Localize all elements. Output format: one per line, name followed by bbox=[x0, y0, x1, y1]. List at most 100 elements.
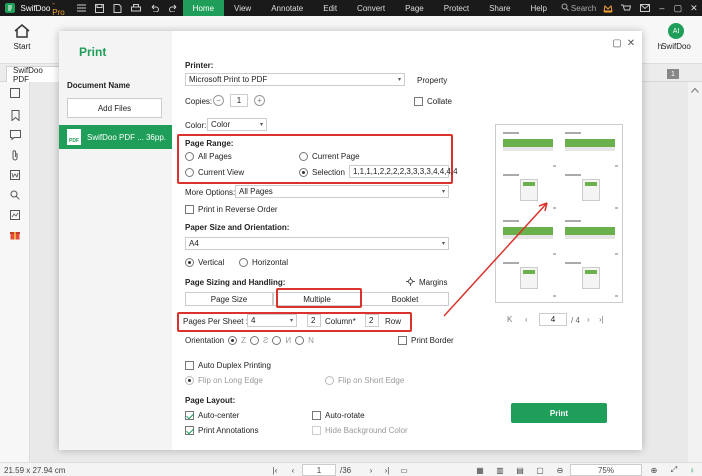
color-select[interactable]: Color ▾ bbox=[207, 118, 267, 131]
comment-icon[interactable] bbox=[8, 128, 22, 142]
bookmark-icon[interactable] bbox=[8, 108, 22, 122]
flip-short-radio[interactable] bbox=[325, 376, 334, 385]
orientation-n-radio[interactable] bbox=[272, 336, 282, 345]
word-icon[interactable] bbox=[8, 168, 22, 182]
menu-help[interactable]: Help bbox=[520, 0, 556, 16]
search-input[interactable]: Search bbox=[561, 3, 598, 14]
fit-page-icon[interactable]: ▭ bbox=[398, 464, 410, 476]
rows-input[interactable]: 2 bbox=[365, 314, 379, 327]
zoom-in-icon[interactable]: ⊕ bbox=[648, 464, 660, 476]
selection-option[interactable]: Selection bbox=[299, 168, 345, 177]
current-page-option[interactable]: Current Page bbox=[299, 152, 360, 161]
dialog-close-icon[interactable]: ✕ bbox=[625, 37, 637, 49]
vertical-option[interactable]: Vertical bbox=[185, 258, 224, 267]
print-annotations-option[interactable]: Print Annotations bbox=[185, 426, 258, 435]
feedback-icon[interactable]: ♀ bbox=[686, 464, 698, 476]
pages-per-sheet-select[interactable]: 4 ▾ bbox=[247, 314, 297, 327]
print-border-option[interactable]: Print Border bbox=[398, 336, 454, 345]
search-panel-icon[interactable] bbox=[8, 188, 22, 202]
orientation-z-radio[interactable] bbox=[228, 336, 238, 345]
hide-background-option[interactable]: Hide Background Color bbox=[312, 426, 408, 435]
preview-prev-icon[interactable]: ‹ bbox=[525, 315, 528, 324]
menu-page[interactable]: Page bbox=[395, 0, 434, 16]
increase-copies-icon[interactable]: + bbox=[254, 95, 265, 106]
close-icon[interactable]: ✕ bbox=[686, 0, 702, 16]
duplex-option[interactable]: Auto Duplex Printing bbox=[185, 361, 271, 370]
selection-input[interactable]: 1,1,1,1,2,2,2,2,3,3,3,3,4,4,4,4 bbox=[349, 165, 458, 178]
collate-checkbox[interactable] bbox=[414, 97, 423, 106]
prev-page-icon[interactable]: ‹ bbox=[288, 464, 298, 476]
auto-center-checkbox[interactable] bbox=[185, 411, 194, 420]
thumbnail-icon[interactable] bbox=[8, 86, 22, 100]
save-icon[interactable] bbox=[93, 2, 105, 14]
menu-share[interactable]: Share bbox=[479, 0, 520, 16]
horizontal-option[interactable]: Horizontal bbox=[239, 258, 288, 267]
fullscreen-icon[interactable]: ⤢ bbox=[668, 464, 680, 476]
vertical-radio[interactable] bbox=[185, 258, 194, 267]
tab-page-size[interactable]: Page Size bbox=[185, 292, 273, 306]
print-button[interactable]: Print bbox=[511, 403, 607, 423]
first-page-icon[interactable]: |‹ bbox=[270, 464, 280, 476]
upgrade-icon[interactable] bbox=[601, 2, 613, 14]
menu-home[interactable]: Home bbox=[182, 0, 225, 16]
preview-first-icon[interactable]: K bbox=[507, 315, 512, 324]
attachment-icon[interactable] bbox=[8, 148, 22, 162]
zoom-out-icon[interactable]: ⊖ bbox=[554, 464, 566, 476]
property-link[interactable]: Property bbox=[417, 76, 447, 85]
reverse-order-checkbox[interactable] bbox=[185, 205, 194, 214]
document-list-item[interactable]: PDF SwifDoo PDF ... 36pp. bbox=[59, 125, 172, 149]
print-annotations-checkbox[interactable] bbox=[185, 426, 194, 435]
current-page-input[interactable]: 1 bbox=[302, 464, 336, 476]
horizontal-radio[interactable] bbox=[239, 258, 248, 267]
dialog-maximize-icon[interactable]: ▢ bbox=[611, 37, 623, 49]
current-view-option[interactable]: Current View bbox=[185, 168, 244, 177]
paper-size-select[interactable]: A4 ▾ bbox=[185, 237, 449, 250]
menu-convert[interactable]: Convert bbox=[347, 0, 395, 16]
account-button[interactable]: AI SwifDoo bbox=[658, 20, 694, 60]
columns-input[interactable]: 2 bbox=[307, 314, 321, 327]
print-icon[interactable] bbox=[130, 2, 142, 14]
maximize-icon[interactable]: ▢ bbox=[670, 0, 686, 16]
fit-width-icon[interactable]: ▢ bbox=[534, 464, 546, 476]
preview-page-input[interactable]: 4 bbox=[539, 313, 567, 326]
tab-booklet[interactable]: Booklet bbox=[361, 292, 449, 306]
duplex-checkbox[interactable] bbox=[185, 361, 194, 370]
flip-short-option[interactable]: Flip on Short Edge bbox=[325, 376, 404, 385]
menu-protect[interactable]: Protect bbox=[434, 0, 479, 16]
start-button[interactable]: Start bbox=[4, 20, 40, 60]
new-file-icon[interactable] bbox=[112, 2, 124, 14]
mail-icon[interactable] bbox=[638, 2, 650, 14]
flip-long-radio[interactable] bbox=[185, 376, 194, 385]
flip-long-option[interactable]: Flip on Long Edge bbox=[185, 376, 263, 385]
auto-rotate-option[interactable]: Auto-rotate bbox=[312, 411, 365, 420]
cart-icon[interactable] bbox=[620, 2, 632, 14]
undo-icon[interactable] bbox=[149, 2, 161, 14]
current-view-radio[interactable] bbox=[185, 168, 194, 177]
scroll-mode-icon[interactable]: ▤ bbox=[514, 464, 526, 476]
selection-radio[interactable] bbox=[299, 168, 308, 177]
double-page-icon[interactable]: ▥ bbox=[494, 464, 506, 476]
redo-icon[interactable] bbox=[167, 2, 179, 14]
current-page-radio[interactable] bbox=[299, 152, 308, 161]
orientation-reverse-z-radio[interactable] bbox=[250, 336, 260, 345]
hide-background-checkbox[interactable] bbox=[312, 426, 321, 435]
add-files-button[interactable]: Add Files bbox=[67, 98, 162, 118]
zoom-select[interactable]: 75% bbox=[570, 464, 642, 476]
document-tab[interactable]: SwifDoo PDF bbox=[6, 66, 60, 84]
preview-next-icon[interactable]: › bbox=[587, 315, 590, 324]
decrease-copies-icon[interactable]: − bbox=[213, 95, 224, 106]
auto-rotate-checkbox[interactable] bbox=[312, 411, 321, 420]
preview-last-icon[interactable]: ›| bbox=[599, 315, 604, 324]
orientation-reverse-n-radio[interactable] bbox=[295, 336, 305, 345]
print-border-checkbox[interactable] bbox=[398, 336, 407, 345]
next-page-icon[interactable]: › bbox=[366, 464, 376, 476]
printer-select[interactable]: Microsoft Print to PDF ▾ bbox=[185, 73, 405, 86]
more-options-select[interactable]: All Pages ▾ bbox=[235, 185, 449, 198]
last-page-icon[interactable]: ›| bbox=[382, 464, 392, 476]
single-page-icon[interactable]: ▦ bbox=[474, 464, 486, 476]
reverse-order-option[interactable]: Print in Reverse Order bbox=[185, 205, 278, 214]
gift-icon[interactable] bbox=[8, 228, 22, 242]
menu-view[interactable]: View bbox=[224, 0, 261, 16]
auto-center-option[interactable]: Auto-center bbox=[185, 411, 239, 420]
scroll-up-icon[interactable] bbox=[691, 86, 699, 95]
